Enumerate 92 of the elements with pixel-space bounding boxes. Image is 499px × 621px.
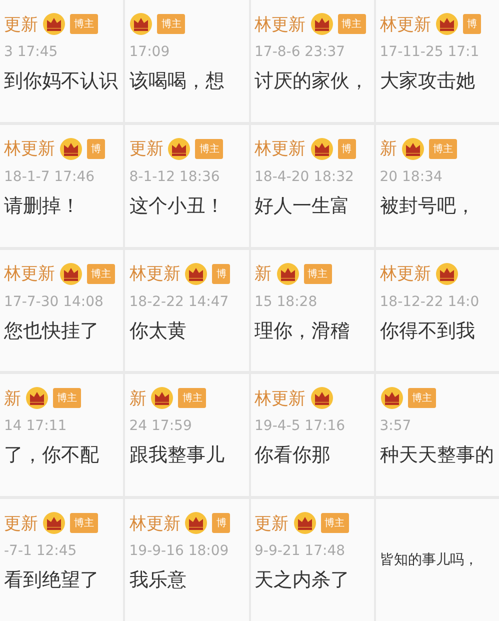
- timestamp: -7-1 12:45: [4, 543, 78, 560]
- comment-text: 理你，滑稽: [254, 318, 350, 344]
- comment-text: 跟我整事儿: [129, 443, 226, 468]
- blogger-badge: 博主: [338, 14, 366, 34]
- user-name: 林更新: [254, 138, 306, 160]
- user-name: 林更新: [254, 14, 306, 36]
- user-name: 新: [4, 388, 21, 410]
- blogger-badge: 博主: [53, 388, 81, 408]
- timestamp: 18-12-22 14:0: [380, 294, 480, 310]
- timestamp: 18-4-20 18:32: [254, 168, 355, 185]
- user-name: 更新: [129, 138, 164, 160]
- user-name: 更新: [254, 512, 288, 535]
- user-name: 更新: [4, 512, 38, 535]
- timestamp: 15 18:28: [254, 294, 318, 310]
- user-name: 新: [254, 263, 272, 286]
- blogger-badge: 博主: [70, 513, 98, 534]
- comment-text: 被封号吧，: [380, 194, 476, 219]
- crown-icon: [276, 262, 300, 286]
- crown-icon: [150, 386, 174, 410]
- blogger-badge: 博主: [304, 264, 332, 284]
- crown-icon: [292, 511, 316, 536]
- comment-text: 讨厌的家伙，: [254, 69, 370, 94]
- blogger-badge: 博: [87, 138, 105, 159]
- comment-text: 你得不到我: [380, 318, 476, 344]
- blogger-badge: 博: [462, 14, 481, 34]
- crown-icon: [310, 136, 334, 161]
- timestamp: 17:09: [129, 44, 171, 60]
- blogger-badge: 博主: [408, 388, 436, 408]
- user-name: 林更新: [380, 14, 431, 36]
- user-name: 林更新: [129, 263, 180, 286]
- blogger-badge: 博主: [428, 138, 457, 159]
- timestamp: 17-7-30 14:08: [4, 294, 104, 310]
- comment-text: 你看你那: [254, 443, 332, 468]
- comment-text: 好人一生富: [254, 194, 350, 219]
- timestamp: 20 18:34: [380, 168, 444, 185]
- comment-text: 这个小丑！: [129, 194, 226, 219]
- blogger-badge: 博: [212, 264, 230, 284]
- timestamp: 3:57: [380, 418, 412, 434]
- comment-text: 看到绝望了: [4, 568, 100, 594]
- crown-icon: [25, 386, 49, 410]
- blogger-badge: 博主: [195, 138, 224, 159]
- timestamp: 17-8-6 23:37: [254, 44, 346, 60]
- crown-icon: [42, 12, 66, 36]
- timestamp: 17-11-25 17:1: [380, 44, 480, 60]
- comment-text: 了，你不配: [4, 443, 100, 468]
- blogger-badge: 博主: [87, 264, 115, 284]
- comment-text: 到你妈不认识: [4, 69, 119, 94]
- comment-text: 种天天整事的: [380, 443, 495, 468]
- crown-icon: [310, 386, 334, 410]
- crown-icon: [167, 136, 192, 161]
- crown-icon: [184, 262, 208, 286]
- timestamp: 18-1-7 17:46: [4, 168, 96, 185]
- crown-icon: [434, 262, 459, 286]
- user-name: 新: [380, 138, 397, 160]
- timestamp: 9-9-21 17:48: [254, 543, 346, 560]
- blogger-badge: 博主: [320, 513, 348, 534]
- blogger-badge: 博: [212, 513, 230, 534]
- timestamp: 3 17:45: [4, 44, 59, 60]
- user-name: 林更新: [254, 388, 306, 410]
- blogger-badge: 博主: [178, 388, 206, 408]
- timestamp: 24 17:59: [129, 418, 193, 434]
- user-name: 林更新: [4, 263, 55, 286]
- comment-text: 该喝喝，想: [129, 69, 226, 94]
- timestamp: 18-2-22 14:47: [129, 294, 230, 310]
- crown-icon: [310, 12, 334, 36]
- crown-icon: [380, 386, 404, 410]
- blogger-badge: 博主: [157, 14, 186, 34]
- comment-text: 大家攻击她: [380, 69, 476, 94]
- user-name: 林更新: [129, 512, 180, 535]
- crown-icon: [184, 511, 208, 536]
- crown-icon: [59, 136, 83, 161]
- crown-icon: [59, 262, 83, 286]
- crown-icon: [400, 136, 425, 161]
- timestamp: 19-9-16 18:09: [129, 543, 230, 560]
- timestamp: 8-1-12 18:36: [129, 168, 221, 185]
- timestamp: 14 17:11: [4, 418, 68, 434]
- comment-text: 皆知的事儿吗，: [380, 551, 479, 570]
- user-name: 林更新: [4, 138, 55, 160]
- blogger-badge: 博: [338, 138, 356, 159]
- crown-icon: [434, 12, 459, 36]
- comment-text: 您也快挂了: [4, 318, 100, 344]
- timestamp: 19-4-5 17:16: [254, 418, 346, 434]
- comment-text: 天之内杀了: [254, 568, 350, 594]
- comment-text: 我乐意: [129, 568, 188, 594]
- comment-text: 你太黄: [129, 318, 188, 344]
- user-name: 林更新: [380, 263, 431, 286]
- crown-icon: [42, 511, 66, 536]
- blogger-badge: 博主: [70, 14, 98, 34]
- user-name: 新: [129, 388, 146, 410]
- comment-text: 请删掉！: [4, 194, 81, 219]
- crown-icon: [129, 12, 154, 36]
- user-name: 更新: [4, 14, 38, 36]
